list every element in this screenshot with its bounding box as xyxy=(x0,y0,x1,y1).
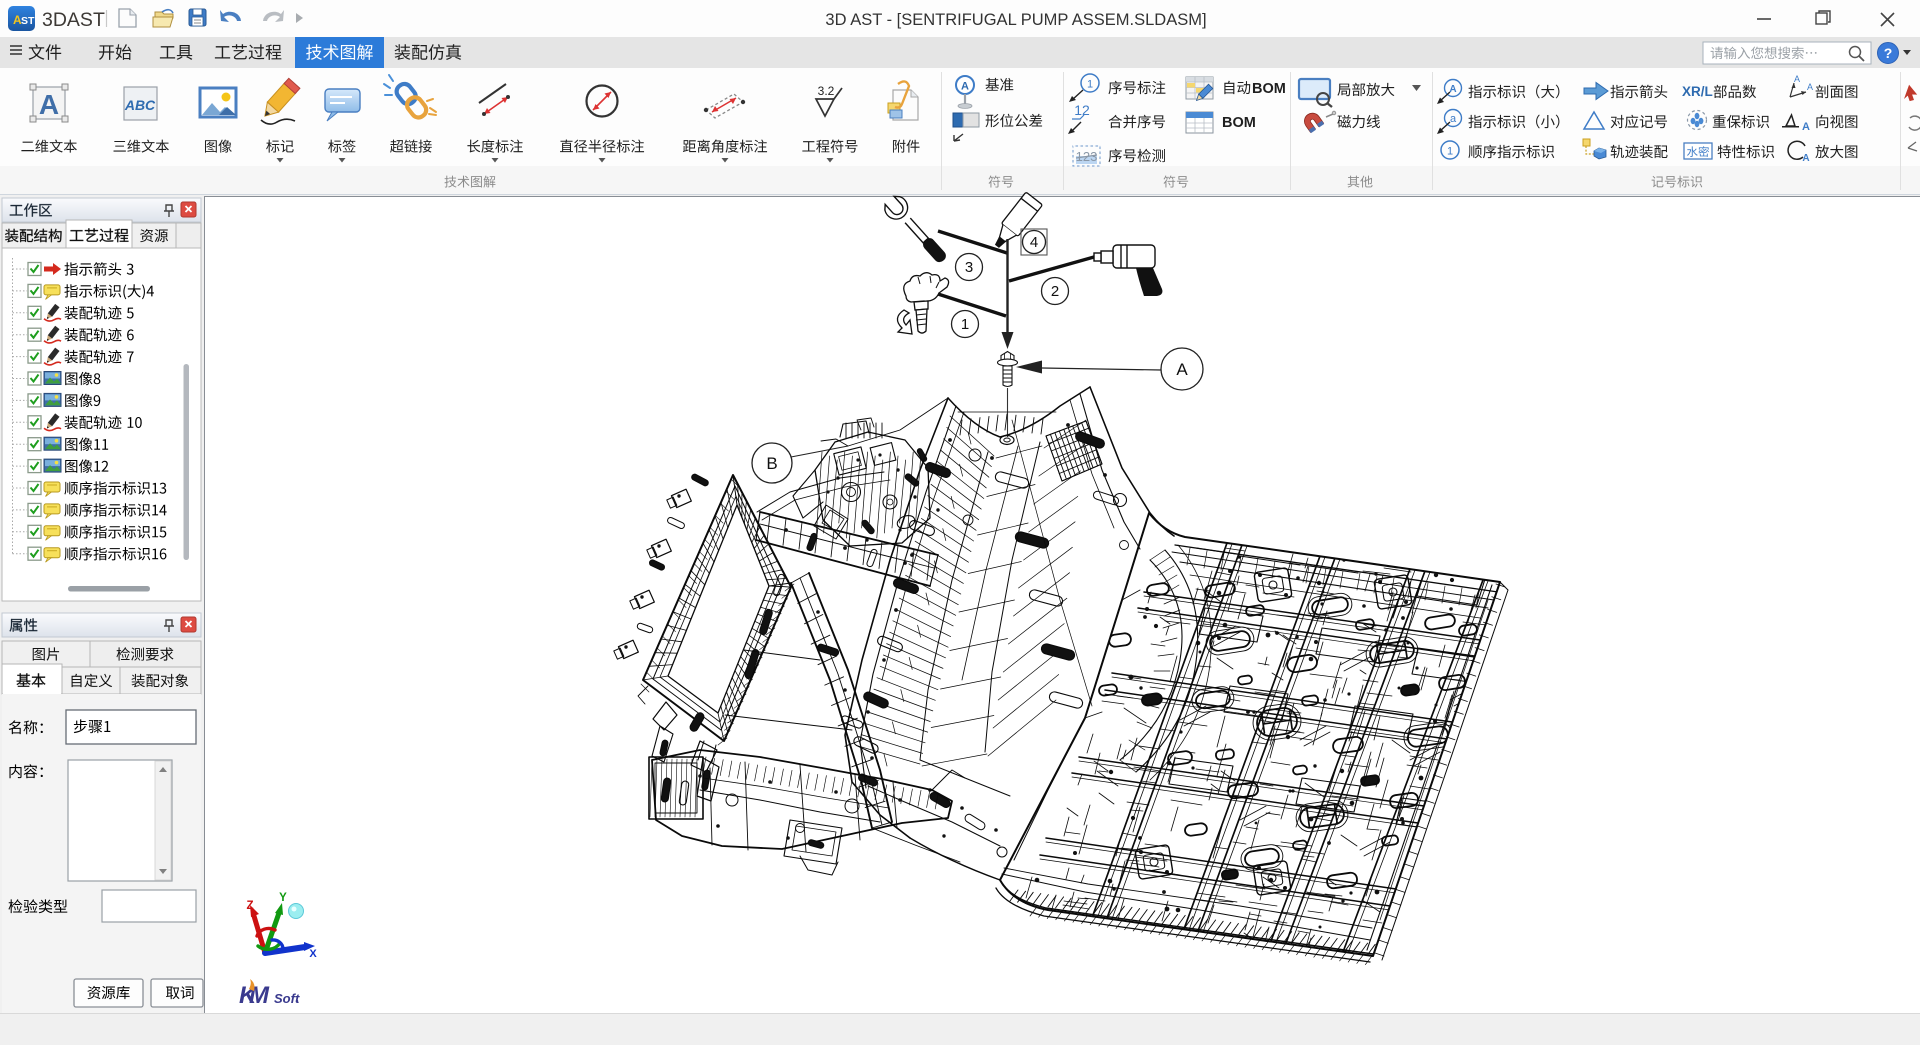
svg-text:BOM: BOM xyxy=(1222,115,1256,131)
svg-text:XR/L: XR/L xyxy=(1682,84,1713,99)
svg-text:1: 1 xyxy=(1087,79,1093,91)
svg-text:Z: Z xyxy=(246,900,253,912)
svg-text:4: 4 xyxy=(1030,234,1038,251)
svg-text:12: 12 xyxy=(1074,102,1090,118)
svg-text:a: a xyxy=(1450,113,1457,125)
svg-text:A: A xyxy=(1794,74,1800,84)
svg-text:ABC: ABC xyxy=(124,97,156,113)
svg-text:Y: Y xyxy=(279,892,287,904)
svg-text:2: 2 xyxy=(1051,283,1059,300)
svg-text:Soft: Soft xyxy=(274,991,300,1006)
svg-text:B: B xyxy=(766,454,777,473)
svg-text:?: ? xyxy=(1884,45,1893,61)
svg-text:A: A xyxy=(39,89,59,120)
svg-text:3.2: 3.2 xyxy=(818,84,835,98)
svg-text:1: 1 xyxy=(1447,146,1453,158)
svg-text:3DAST: 3DAST xyxy=(42,9,105,31)
svg-text:A: A xyxy=(1802,153,1809,164)
svg-text:ST: ST xyxy=(21,15,35,27)
svg-text:BOM: BOM xyxy=(1252,81,1286,97)
svg-text:X: X xyxy=(309,948,317,960)
svg-text:A: A xyxy=(1176,360,1188,379)
svg-text:A: A xyxy=(1802,121,1810,133)
svg-text:3D AST - [SENTRIFUGAL PUMP ASS: 3D AST - [SENTRIFUGAL PUMP ASSEM.SLDASM] xyxy=(825,11,1206,29)
svg-text:1: 1 xyxy=(961,316,969,333)
svg-text:A: A xyxy=(961,81,969,93)
svg-text:A: A xyxy=(1807,82,1813,92)
svg-text:A: A xyxy=(1449,84,1456,95)
svg-text:3: 3 xyxy=(965,259,973,276)
